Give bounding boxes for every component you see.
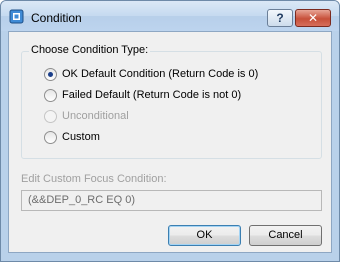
- radio-label[interactable]: Custom: [62, 131, 100, 143]
- custom-condition-field: (&&DEP_0_RC EQ 0): [21, 190, 322, 211]
- ok-button[interactable]: OK: [168, 225, 241, 246]
- window-title: Condition: [31, 11, 82, 25]
- radio-button[interactable]: [44, 89, 57, 102]
- cancel-button[interactable]: Cancel: [249, 225, 322, 246]
- app-icon: [9, 9, 24, 24]
- radio-button-checked[interactable]: [44, 68, 57, 81]
- group-legend: Choose Condition Type:: [29, 44, 151, 56]
- dialog-body: Choose Condition Type: OK Default Condit…: [8, 31, 332, 253]
- title-bar[interactable]: Condition ? ✕: [1, 1, 339, 31]
- custom-condition-label: Edit Custom Focus Condition:: [21, 173, 167, 185]
- close-button[interactable]: ✕: [295, 9, 331, 27]
- help-button[interactable]: ?: [267, 9, 293, 27]
- radio-label[interactable]: Failed Default (Return Code is not 0): [62, 89, 241, 101]
- radio-button[interactable]: [44, 131, 57, 144]
- condition-dialog: Condition ? ✕ Choose Condition Type: OK …: [0, 0, 340, 262]
- radio-label[interactable]: OK Default Condition (Return Code is 0): [62, 68, 258, 80]
- radio-button-disabled: [44, 110, 57, 123]
- radio-label: Unconditional: [62, 110, 129, 122]
